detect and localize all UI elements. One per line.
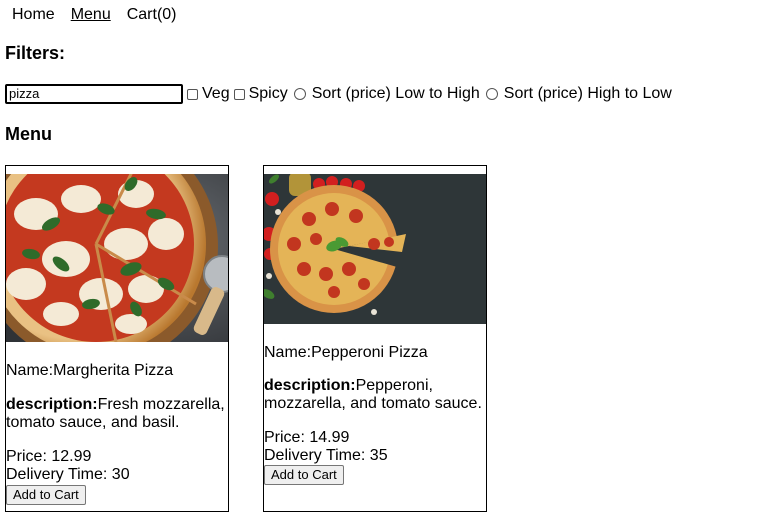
menu-item-card: Name:Pepperoni Pizza description:Peppero… [263, 165, 487, 512]
sort-high-low-radio[interactable] [485, 88, 498, 100]
nav-menu-link[interactable]: Menu [71, 6, 111, 24]
item-delivery-time: Delivery Time: 35 [264, 447, 388, 464]
item-name: Name:Margherita Pizza [6, 362, 174, 379]
veg-label: Veg [202, 85, 230, 102]
add-to-cart-button[interactable]: Add to Cart [6, 485, 86, 505]
spicy-label: Spicy [248, 85, 288, 102]
margherita-pizza-photo [6, 174, 228, 342]
item-name: Name:Pepperoni Pizza [264, 344, 428, 361]
search-input[interactable] [5, 84, 183, 104]
filters-row: Veg Spicy Sort (price) Low to High Sort … [5, 84, 672, 104]
item-price: Price: 12.99 [6, 448, 92, 465]
pepperoni-pizza-photo [264, 174, 486, 324]
menu-heading: Menu [5, 124, 52, 144]
item-delivery-time: Delivery Time: 30 [6, 466, 130, 483]
item-description: description:Fresh mozzarella, tomato sau… [6, 396, 225, 431]
veg-checkbox[interactable] [187, 88, 198, 100]
sort-low-high-label: Sort (price) Low to High [311, 85, 480, 102]
sort-low-high-radio[interactable] [293, 88, 306, 100]
item-price: Price: 14.99 [264, 429, 350, 446]
filters-heading: Filters: [5, 43, 66, 63]
menu-item-card: Name:Margherita Pizza description:Fresh … [5, 165, 229, 512]
top-nav: Home Menu Cart(0) [12, 4, 177, 26]
nav-home-link[interactable]: Home [12, 6, 55, 24]
add-to-cart-button[interactable]: Add to Cart [264, 465, 344, 485]
page: Home Menu Cart(0) Filters: Veg Spicy Sor… [0, 0, 776, 528]
nav-cart-link[interactable]: Cart(0) [127, 6, 177, 24]
sort-high-low-label: Sort (price) High to Low [503, 85, 672, 102]
item-description: description:Pepperoni, mozzarella, and t… [264, 377, 482, 412]
spicy-checkbox[interactable] [233, 88, 245, 100]
